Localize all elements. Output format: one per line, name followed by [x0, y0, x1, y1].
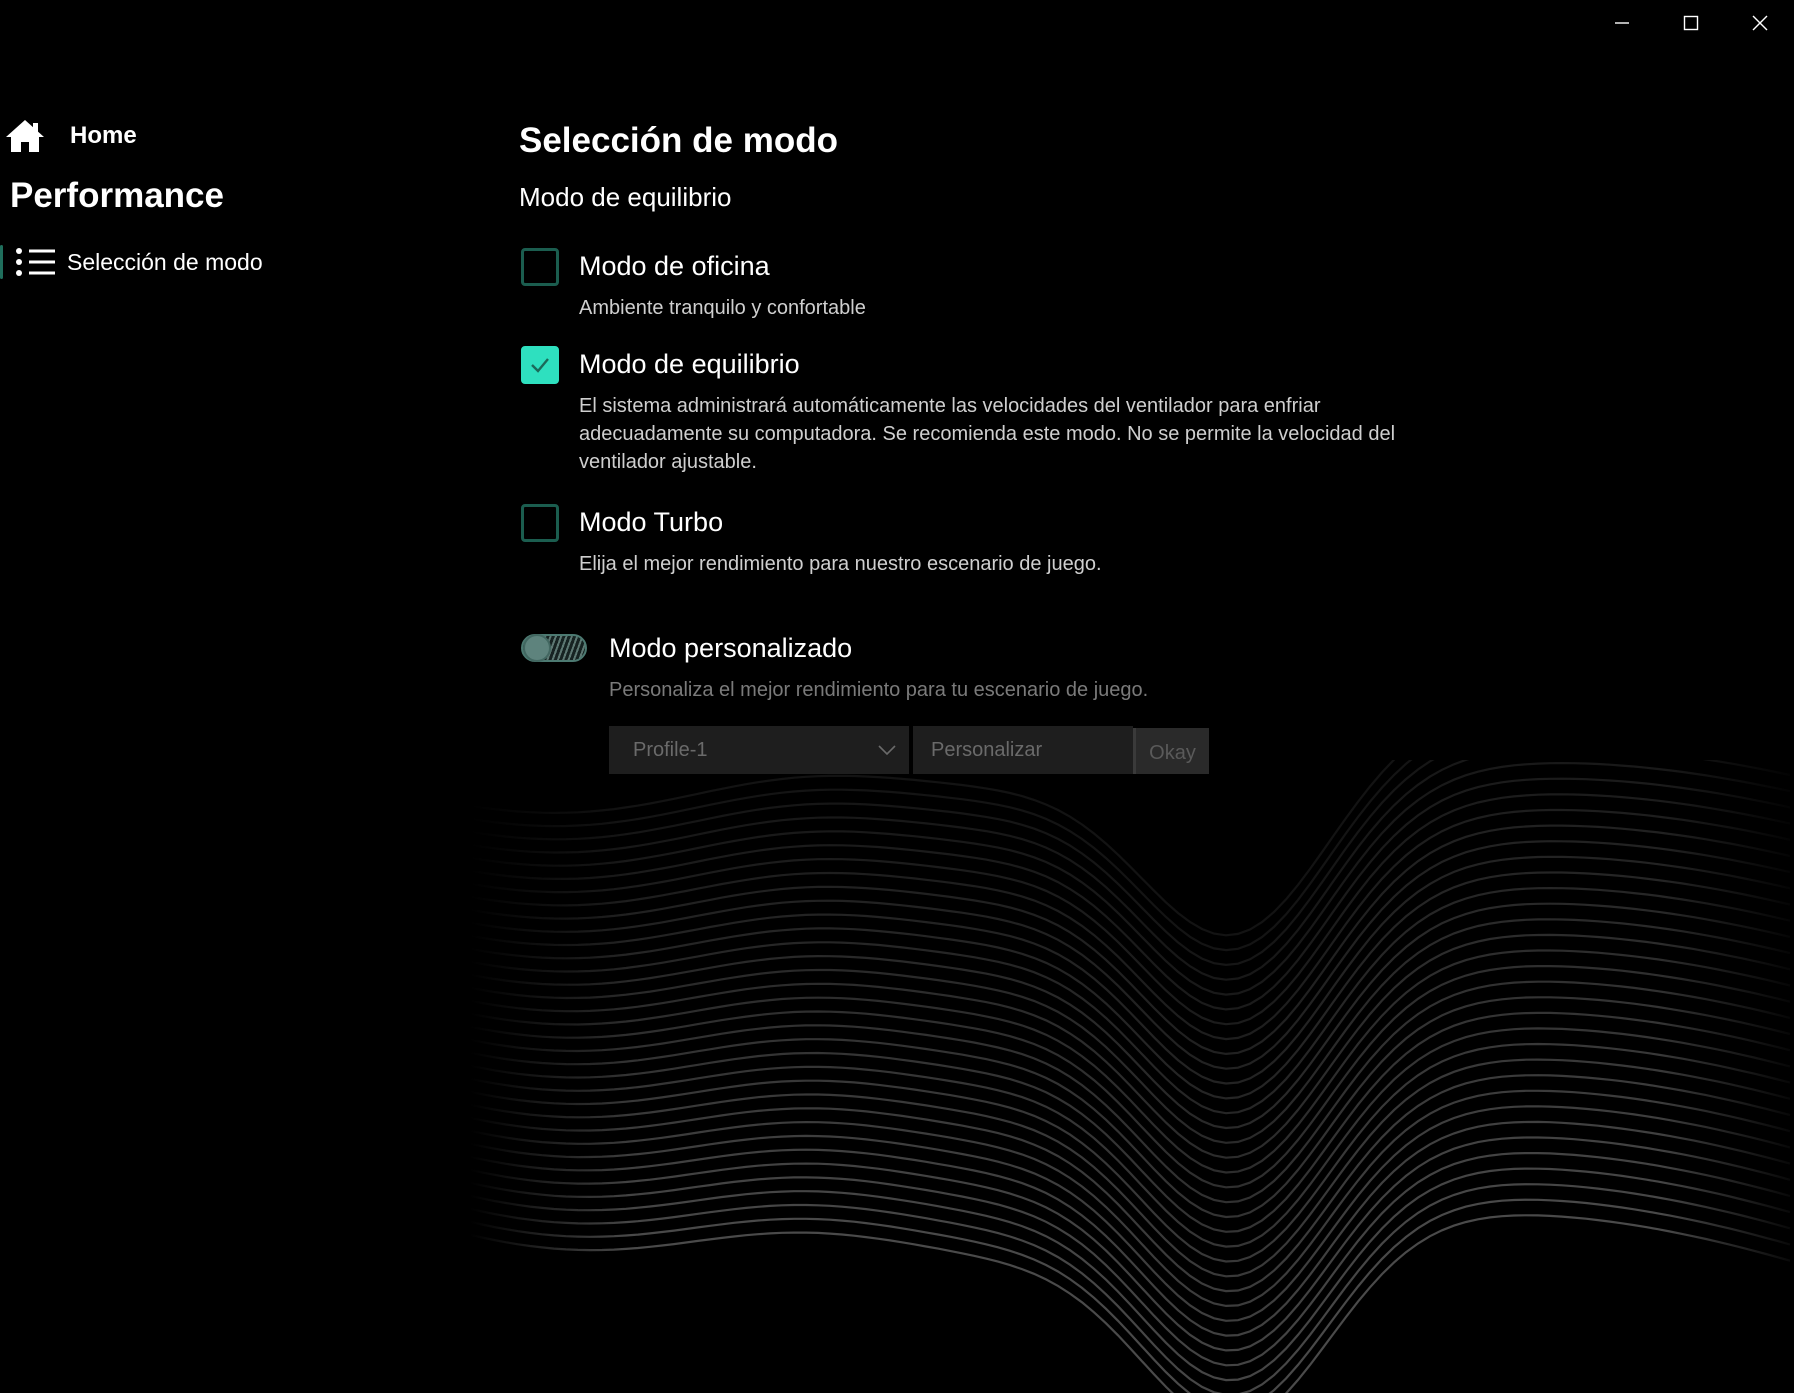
active-indicator — [0, 245, 3, 279]
check-icon — [531, 358, 549, 373]
custom-mode-controls: Profile-1 Okay — [609, 726, 1619, 774]
custom-mode-title: Modo personalizado — [609, 633, 853, 663]
customize-input[interactable] — [913, 726, 1133, 774]
list-icon — [15, 247, 57, 277]
option-title: Modo de oficina — [579, 251, 770, 281]
profile-dropdown-value: Profile-1 — [633, 738, 708, 761]
chevron-down-icon — [878, 745, 896, 756]
option-title: Modo Turbo — [579, 507, 724, 537]
toggle-knob — [523, 634, 551, 662]
option-balance-mode: Modo de equilibrio El sistema administra… — [519, 346, 1619, 476]
home-icon — [4, 118, 46, 154]
option-description: Ambiente tranquilo y confortable — [579, 297, 866, 319]
office-mode-checkbox[interactable] — [521, 248, 559, 286]
page-title: Selección de modo — [519, 121, 838, 160]
close-icon — [1752, 15, 1767, 31]
option-description: El sistema administrará automáticamente … — [579, 395, 1396, 473]
sidebar-section-title: Performance — [10, 176, 224, 215]
minimize-icon — [1614, 22, 1629, 24]
custom-mode-description: Personaliza el mejor rendimiento para tu… — [609, 679, 1149, 701]
option-title: Modo de equilibrio — [579, 349, 800, 379]
profile-dropdown[interactable]: Profile-1 — [609, 726, 909, 774]
okay-button[interactable]: Okay — [1133, 728, 1209, 774]
app-window: Home Performance Selección de modo Selec… — [0, 0, 1794, 1393]
main-content: Selección de modo Modo de equilibrio Mod… — [519, 118, 1619, 774]
wave-background — [470, 760, 1794, 1393]
home-label: Home — [70, 122, 137, 149]
current-mode-label: Modo de equilibrio — [519, 182, 732, 212]
maximize-button[interactable] — [1656, 0, 1725, 46]
option-turbo-mode: Modo Turbo Elija el mejor rendimiento pa… — [519, 504, 1619, 578]
option-description: Elija el mejor rendimiento para nuestro … — [579, 553, 1102, 575]
maximize-icon — [1683, 15, 1698, 31]
turbo-mode-checkbox[interactable] — [521, 504, 559, 542]
minimize-button[interactable] — [1587, 0, 1656, 46]
close-button[interactable] — [1725, 0, 1794, 46]
sidebar-item-mode-selection[interactable]: Selección de modo — [0, 242, 263, 282]
balance-mode-checkbox[interactable] — [521, 346, 559, 384]
sidebar-item-label: Selección de modo — [67, 248, 263, 275]
custom-mode-section: Modo personalizado Personaliza el mejor … — [519, 630, 1619, 774]
custom-mode-toggle[interactable] — [521, 634, 587, 662]
titlebar-controls — [1587, 0, 1794, 46]
home-nav-button[interactable]: Home — [4, 118, 137, 154]
option-office-mode: Modo de oficina Ambiente tranquilo y con… — [519, 248, 1619, 322]
